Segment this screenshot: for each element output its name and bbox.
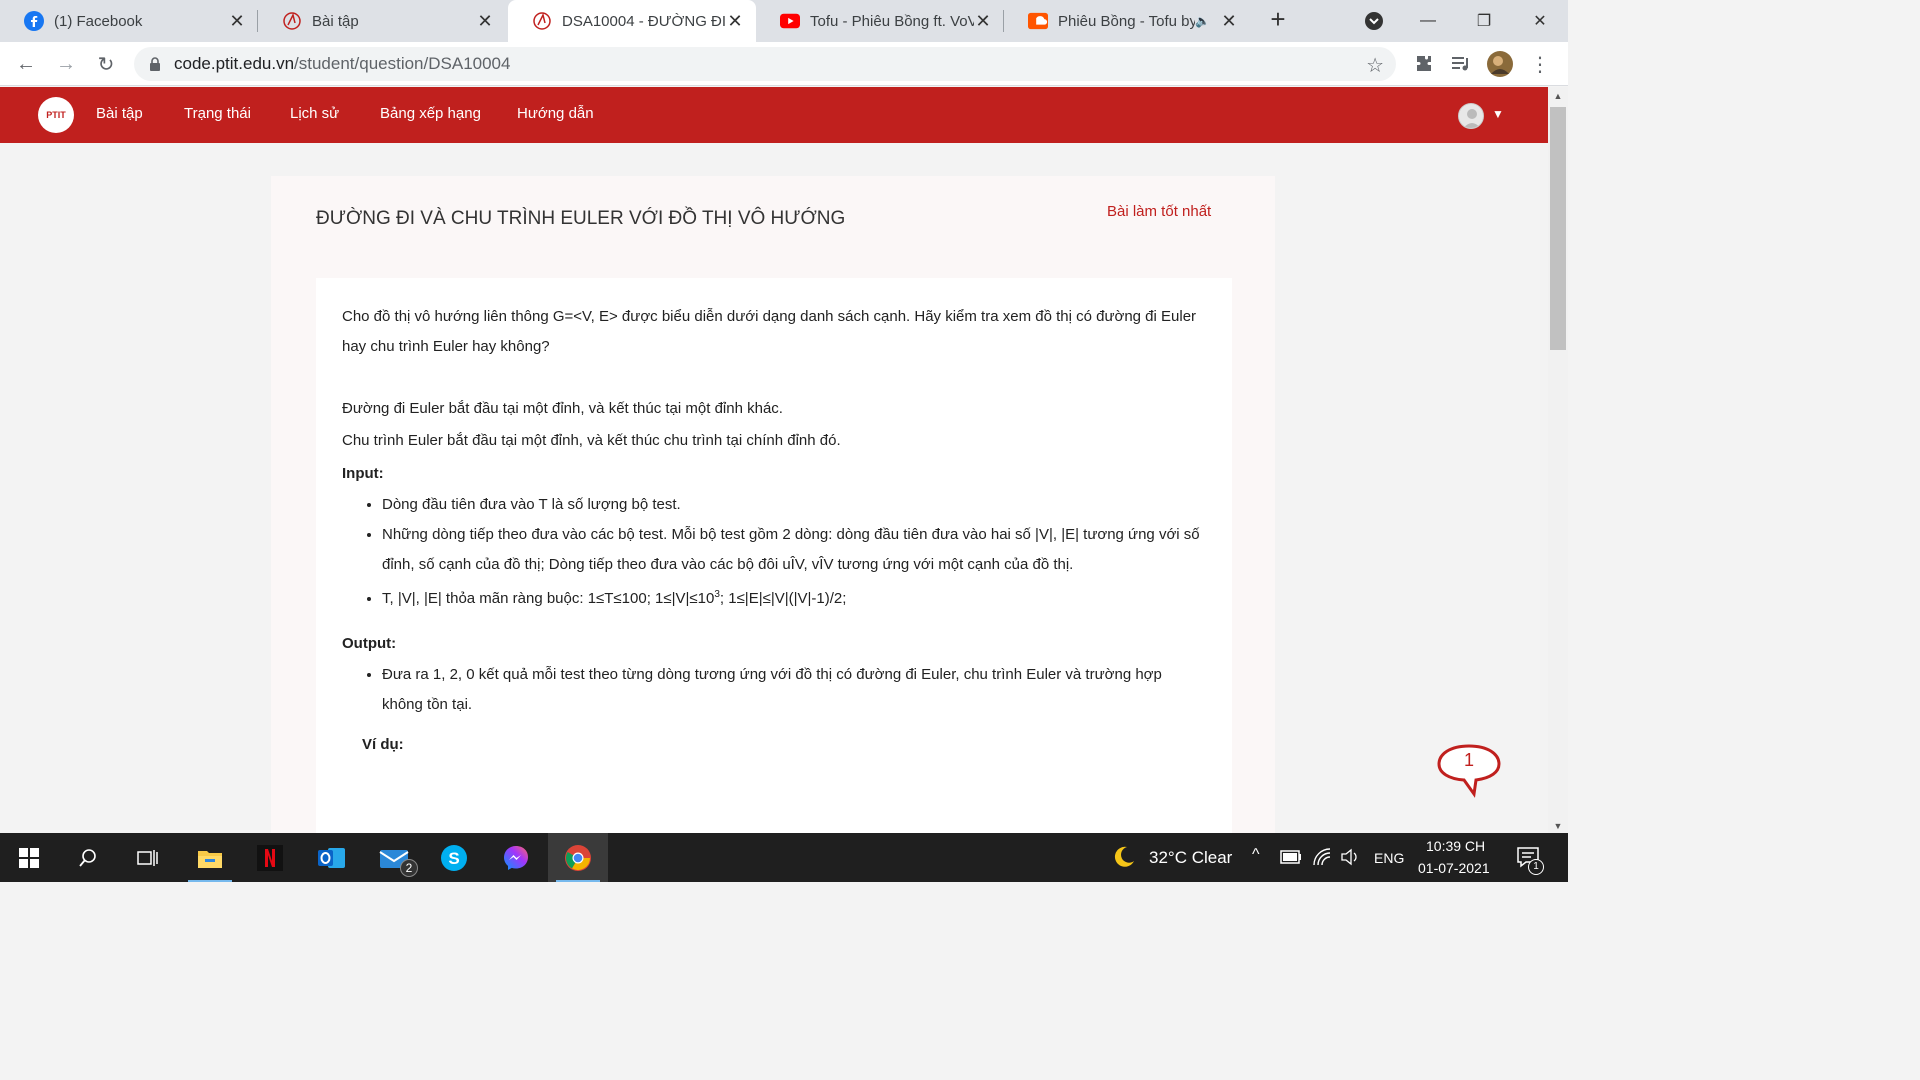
browser-menu-icon[interactable]: ⋮ (1526, 50, 1554, 78)
nav-lich-su[interactable]: Lịch sử (290, 105, 339, 122)
output-heading: Output: (342, 635, 397, 652)
close-tab-icon[interactable]: ✕ (726, 11, 744, 32)
task-view-icon[interactable] (118, 833, 178, 882)
list-item: T, |V|, |E| thỏa mãn ràng buộc: 1≤T≤100;… (382, 580, 1206, 614)
battery-icon[interactable] (1280, 850, 1302, 869)
scroll-down-icon[interactable]: ▼ (1552, 821, 1564, 831)
weather-moon-icon[interactable] (1112, 845, 1136, 874)
url-host: code.ptit.edu.vn (174, 54, 295, 73)
example-heading: Ví dụ: (362, 736, 404, 753)
list-item: Dòng đầu tiên đưa vào T là số lượng bộ t… (382, 490, 1206, 520)
close-tab-icon[interactable]: ✕ (228, 11, 246, 32)
audio-playing-icon[interactable]: 🔈 (1195, 14, 1210, 28)
user-menu-caret-icon[interactable]: ▼ (1492, 107, 1504, 121)
tab-youtube[interactable]: Tofu - Phiêu Bồng ft. VoVe ✕ (756, 0, 1004, 42)
constraint-text-end: ; 1≤|E|≤|V|(|V|-1)/2; (719, 590, 847, 607)
tab-title: DSA10004 - ĐƯỜNG ĐI V (562, 12, 726, 30)
clock-date[interactable]: 01-07-2021 (1418, 860, 1490, 876)
windows-start-icon[interactable] (0, 833, 58, 882)
skype-icon[interactable]: S (424, 833, 484, 882)
clock-time[interactable]: 10:39 CH (1426, 838, 1485, 854)
svg-text:S: S (448, 849, 459, 868)
problem-title: ĐƯỜNG ĐI VÀ CHU TRÌNH EULER VỚI ĐỒ THỊ V… (316, 208, 846, 229)
extensions-icon[interactable] (1410, 50, 1438, 78)
nav-bang-xep-hang[interactable]: Bảng xếp hạng (380, 105, 481, 122)
euler-cycle-definition: Chu trình Euler bắt đầu tại một đỉnh, và… (342, 432, 841, 449)
list-item: Những dòng tiếp theo đưa vào các bộ test… (382, 520, 1206, 580)
site-logo[interactable]: PTIT (38, 97, 74, 133)
url-path: /student/question/DSA10004 (294, 54, 511, 73)
tab-dsa10004[interactable]: DSA10004 - ĐƯỜNG ĐI V ✕ (508, 0, 756, 42)
file-explorer-icon[interactable] (180, 833, 240, 882)
close-tab-icon[interactable]: ✕ (1220, 11, 1238, 32)
tab-title: Phiêu Bồng - Tofu by (1058, 12, 1196, 30)
problem-statement: Cho đồ thị vô hướng liên thông G=<V, E> … (316, 278, 1232, 833)
messenger-icon[interactable] (486, 833, 546, 882)
youtube-icon (780, 11, 800, 31)
problem-intro: Cho đồ thị vô hướng liên thông G=<V, E> … (342, 308, 1197, 355)
close-tab-icon[interactable]: ✕ (476, 11, 494, 32)
notification-center-icon[interactable]: 1 (1516, 845, 1544, 875)
mail-icon[interactable]: 2 (364, 833, 424, 882)
scrollbar-thumb[interactable] (1550, 107, 1566, 350)
input-heading: Input: (342, 465, 384, 482)
search-icon[interactable] (58, 833, 118, 882)
ptit-icon (532, 11, 552, 31)
soundcloud-icon (1028, 11, 1048, 31)
netflix-icon[interactable] (240, 833, 300, 882)
wifi-icon[interactable] (1312, 847, 1332, 872)
outlook-icon[interactable] (302, 833, 362, 882)
ptit-icon (282, 11, 302, 31)
constraint-text: T, |V|, |E| thỏa mãn ràng buộc: 1≤T≤100;… (382, 590, 715, 607)
back-icon[interactable]: ← (12, 50, 40, 78)
bookmark-star-icon[interactable]: ☆ (1366, 53, 1384, 78)
mail-badge: 2 (400, 859, 418, 877)
media-control-icon[interactable] (1448, 50, 1476, 78)
browser-toolbar: ← → ↻ code.ptit.edu.vn/student/question/… (0, 42, 1568, 86)
scroll-up-icon[interactable]: ▲ (1552, 91, 1564, 101)
tab-strip: (1) Facebook ✕ Bài tập ✕ DSA10004 - ĐƯỜN… (0, 0, 1568, 42)
url-text: code.ptit.edu.vn/student/question/DSA100… (174, 54, 510, 74)
tab-soundcloud[interactable]: Phiêu Bồng - Tofu by 🔈 ✕ (1004, 0, 1250, 42)
logo-text: PTIT (46, 110, 66, 120)
page-scrollbar[interactable]: ▲ ▼ (1548, 87, 1568, 833)
euler-path-definition: Đường đi Euler bắt đầu tại một đỉnh, và … (342, 400, 783, 417)
tab-search-icon[interactable] (1346, 0, 1402, 42)
best-solution-link[interactable]: Bài làm tốt nhất (1107, 203, 1211, 220)
tab-facebook[interactable]: (1) Facebook ✕ (0, 0, 258, 42)
chat-bubble-icon[interactable]: 1 (1436, 742, 1502, 798)
tab-title: Bài tập (312, 12, 359, 30)
nav-trang-thai[interactable]: Trạng thái (184, 105, 251, 122)
tab-title: Tofu - Phiêu Bồng ft. VoVe (810, 12, 974, 30)
user-avatar[interactable] (1458, 103, 1484, 129)
site-header: PTIT Bài tập Trạng thái Lịch sử Bảng xếp… (0, 87, 1548, 143)
address-bar[interactable]: code.ptit.edu.vn/student/question/DSA100… (134, 47, 1396, 81)
facebook-icon (24, 11, 44, 31)
list-item: Đưa ra 1, 2, 0 kết quả mỗi test theo từn… (382, 660, 1206, 720)
nav-huong-dan[interactable]: Hướng dẫn (517, 105, 594, 122)
profile-avatar[interactable] (1486, 50, 1514, 78)
weather-text[interactable]: 32°C Clear (1149, 848, 1232, 868)
taskbar: 2 S 32°C Clear ^ ENG 10:39 CH 01-07-2021… (0, 833, 1568, 882)
chat-badge: 1 (1463, 750, 1474, 770)
minimize-icon[interactable]: — (1400, 0, 1456, 42)
close-tab-icon[interactable]: ✕ (974, 11, 992, 32)
lock-icon (150, 57, 160, 71)
notification-badge: 1 (1528, 859, 1544, 875)
tab-bai-tap[interactable]: Bài tập ✕ (258, 0, 506, 42)
close-window-icon[interactable]: ✕ (1512, 0, 1568, 42)
volume-icon[interactable] (1340, 848, 1360, 871)
input-list: Dòng đầu tiên đưa vào T là số lượng bộ t… (342, 490, 1206, 614)
forward-icon[interactable]: → (52, 50, 80, 78)
reload-icon[interactable]: ↻ (92, 50, 120, 78)
output-list: Đưa ra 1, 2, 0 kết quả mỗi test theo từn… (342, 660, 1206, 720)
nav-bai-tap[interactable]: Bài tập (96, 105, 143, 122)
show-hidden-icons-icon[interactable]: ^ (1252, 846, 1260, 864)
restore-icon[interactable]: ❐ (1456, 0, 1512, 42)
new-tab-button[interactable]: + (1264, 6, 1292, 34)
tab-title: (1) Facebook (54, 12, 143, 30)
chrome-icon[interactable] (548, 833, 608, 882)
language-indicator[interactable]: ENG (1374, 850, 1404, 866)
